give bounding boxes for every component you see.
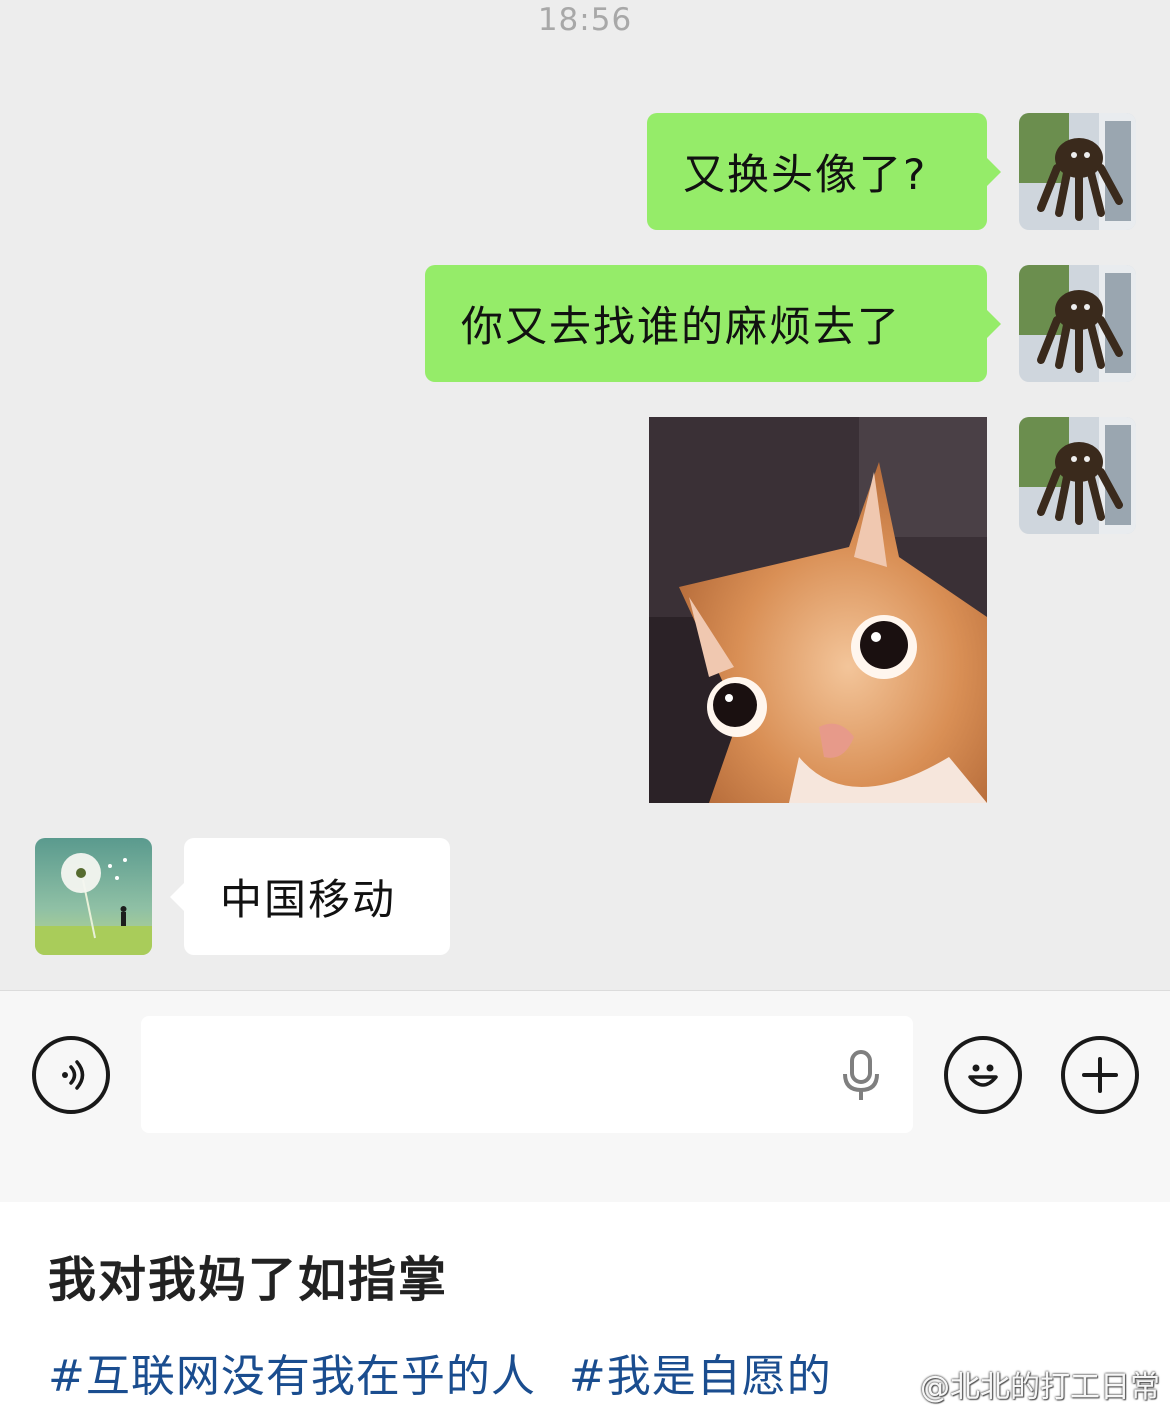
message-text: 你又去找谁的麻烦去了 xyxy=(461,302,902,351)
self-avatar[interactable] xyxy=(1019,417,1136,534)
message-image-cat[interactable] xyxy=(649,417,987,803)
message-input[interactable] xyxy=(141,1016,913,1133)
emoji-button[interactable] xyxy=(944,1036,1022,1114)
plus-button[interactable] xyxy=(1061,1036,1139,1114)
orange-cat-photo xyxy=(649,417,987,803)
message-timestamp: 18:56 xyxy=(537,2,633,38)
other-avatar[interactable] xyxy=(35,838,152,955)
message-bubble-other[interactable]: 中国移动 xyxy=(170,838,450,955)
input-bar xyxy=(0,990,1170,1202)
plus-icon xyxy=(1082,1057,1118,1093)
voice-toggle-button[interactable] xyxy=(32,1036,110,1114)
hashtag-link[interactable]: #我是自愿的 xyxy=(569,1351,832,1402)
self-avatar[interactable] xyxy=(1019,113,1136,230)
message-bubble-self[interactable]: 又换头像了? xyxy=(647,113,1001,230)
message-text: 又换头像了? xyxy=(683,150,928,199)
dandelion-avatar-image xyxy=(35,838,152,955)
self-avatar[interactable] xyxy=(1019,265,1136,382)
post-caption: 我对我妈了如指掌 xyxy=(48,1252,449,1308)
weibo-watermark: @北北的打工日常 xyxy=(874,1362,1160,1406)
message-bubble-self[interactable]: 你又去找谁的麻烦去了 xyxy=(425,265,1001,382)
mic-icon[interactable] xyxy=(837,1050,885,1102)
octopus-hand-avatar-image xyxy=(1019,113,1136,230)
octopus-hand-avatar-image xyxy=(1019,265,1136,382)
post-tags: #互联网没有我在乎的人 #我是自愿的 xyxy=(48,1340,850,1404)
watermark-text: @北北的打工日常 xyxy=(920,1370,1160,1405)
octopus-hand-avatar-image xyxy=(1019,417,1136,534)
voice-toggle-icon xyxy=(62,1060,85,1090)
chat-area[interactable]: 18:56 又换头像了? 你又去找谁的麻烦去了 中国移动 xyxy=(0,0,1170,990)
weibo-logo-icon xyxy=(875,1370,911,1400)
emoji-icon xyxy=(968,1064,998,1087)
hashtag-link[interactable]: #互联网没有我在乎的人 xyxy=(48,1351,536,1402)
message-text: 中国移动 xyxy=(220,875,397,924)
